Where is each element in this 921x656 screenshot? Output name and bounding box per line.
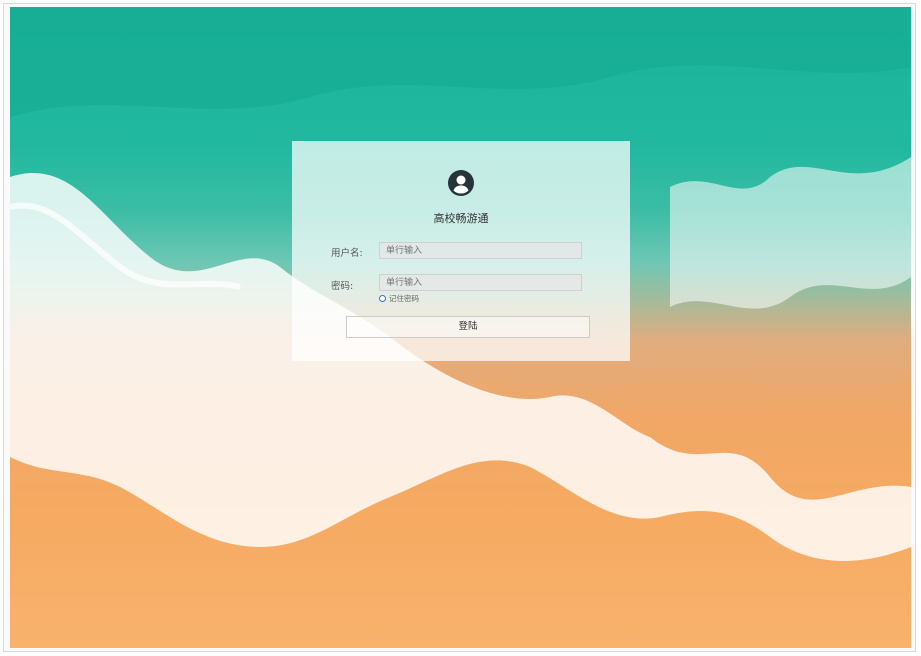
password-input[interactable]: [379, 274, 582, 291]
user-circle-icon: [448, 170, 474, 196]
username-label: 用户名:: [331, 248, 363, 259]
radio-icon[interactable]: [379, 295, 386, 302]
password-label: 密码:: [331, 281, 354, 292]
login-panel: 高校畅游通 用户名: 密码: 记住密码 登陆: [292, 141, 630, 361]
login-button[interactable]: 登陆: [346, 316, 590, 338]
remember-password-toggle[interactable]: 记住密码: [379, 293, 419, 304]
app-title: 高校畅游通: [433, 212, 489, 225]
username-input[interactable]: [379, 242, 582, 259]
remember-password-label: 记住密码: [389, 294, 419, 303]
